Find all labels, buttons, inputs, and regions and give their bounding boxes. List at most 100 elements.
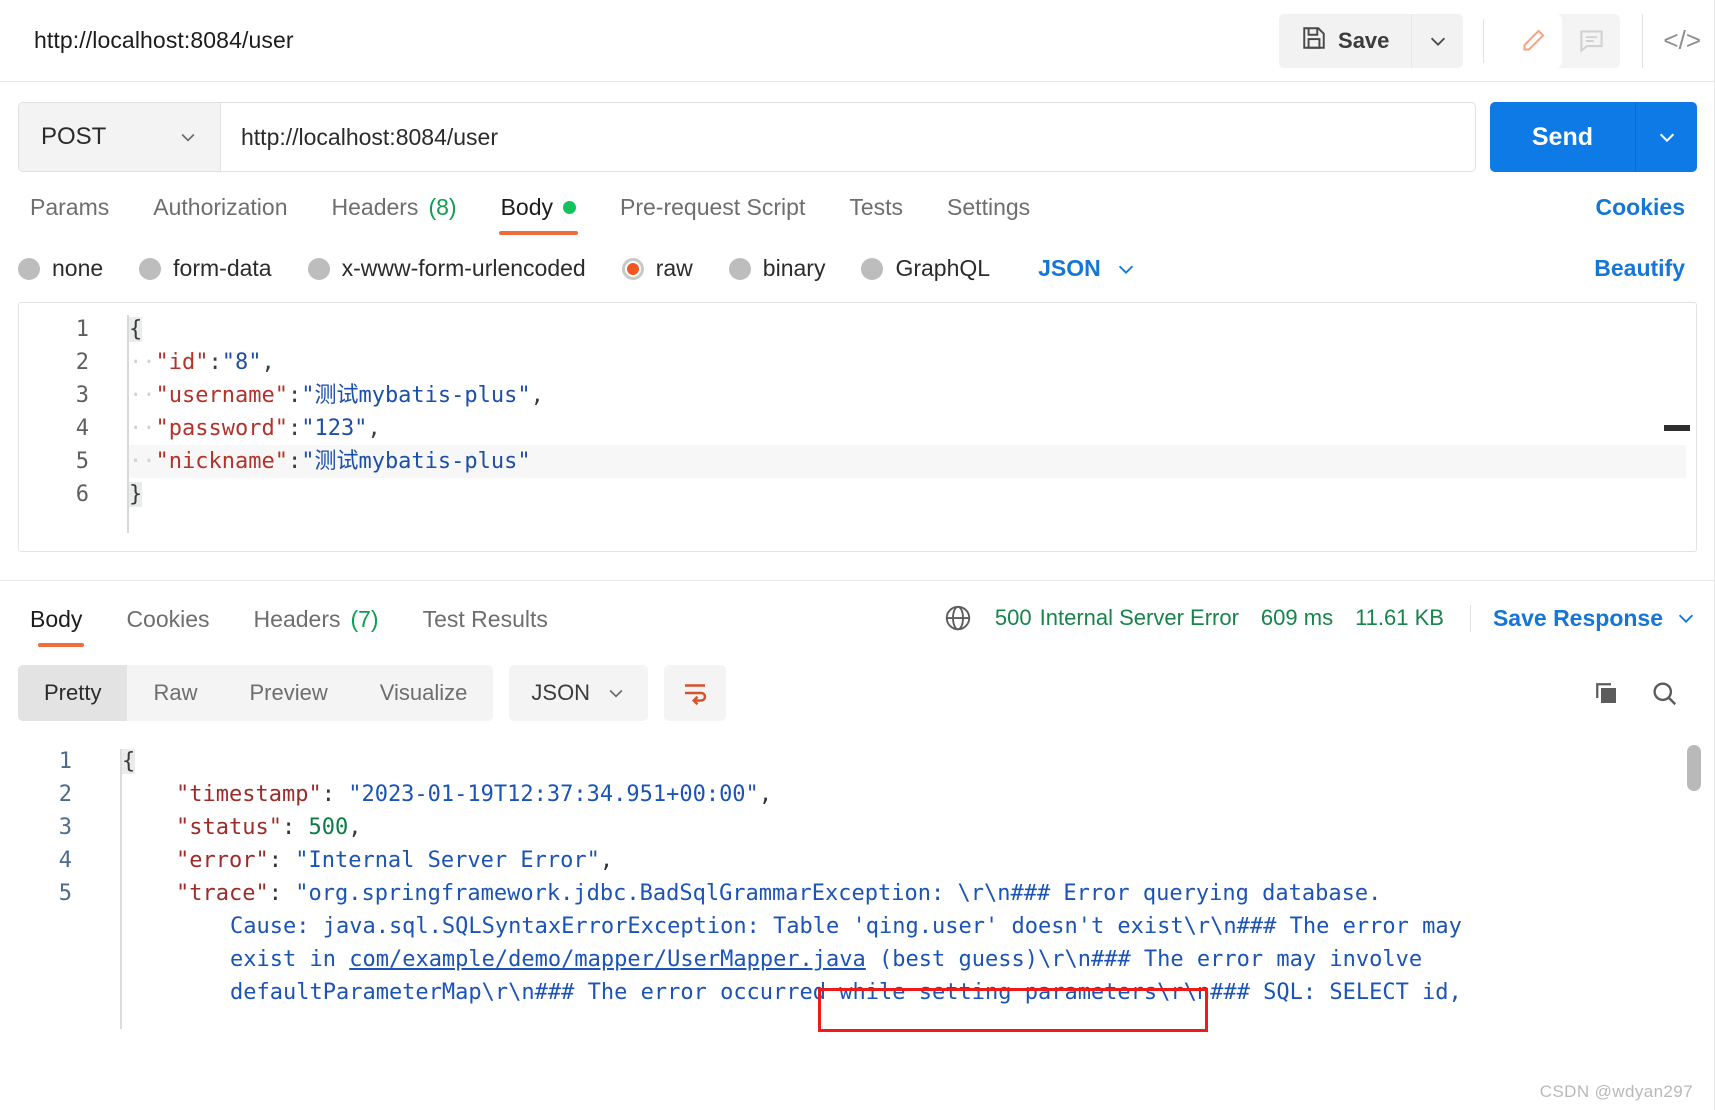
send-button[interactable]: Send xyxy=(1490,102,1635,172)
code-line: ··"nickname":"测试mybatis-plus" xyxy=(129,445,1686,478)
response-tabs: Body Cookies Headers (7) Test Results 50… xyxy=(0,581,1715,647)
tab-tests[interactable]: Tests xyxy=(827,194,925,235)
trace-text-line3-tail: (best guess)\r\n### The error may involv… xyxy=(866,947,1422,972)
json-colon: : xyxy=(282,815,309,840)
radio-binary[interactable]: binary xyxy=(729,255,826,282)
status-code: 500 xyxy=(995,605,1032,631)
response-format-value: JSON xyxy=(531,680,590,706)
view-mode-pretty[interactable]: Pretty xyxy=(18,665,127,721)
json-value: 500 xyxy=(308,815,348,840)
save-button[interactable]: Save xyxy=(1279,14,1411,68)
edit-pencil-button[interactable] xyxy=(1504,14,1562,68)
radio-none[interactable]: none xyxy=(18,255,103,282)
response-format-select[interactable]: JSON xyxy=(509,665,648,721)
tab-body[interactable]: Body xyxy=(479,194,598,235)
body-indicator-dot xyxy=(563,201,576,214)
code-line: { xyxy=(129,313,1686,346)
response-tab-cookies[interactable]: Cookies xyxy=(104,606,231,647)
json-key: "username" xyxy=(156,383,288,408)
view-mode-raw[interactable]: Raw xyxy=(127,665,223,721)
header-actions: Save </> xyxy=(1279,14,1701,68)
json-value: "Internal Server Error" xyxy=(295,848,600,873)
json-key: "status" xyxy=(176,815,282,840)
search-icon[interactable] xyxy=(1649,678,1679,708)
beautify-button[interactable]: Beautify xyxy=(1594,255,1697,282)
line-number: 3 xyxy=(0,811,72,844)
radio-circle-selected-icon xyxy=(622,258,644,280)
chevron-down-icon xyxy=(1656,126,1678,148)
code-line: } xyxy=(129,478,1686,511)
send-options-button[interactable] xyxy=(1635,102,1697,172)
json-comma: , xyxy=(759,782,772,807)
code-line: ··"password":"123", xyxy=(129,412,1686,445)
radio-form-data[interactable]: form-data xyxy=(139,255,271,282)
radio-x-www-form-urlencoded[interactable]: x-www-form-urlencoded xyxy=(308,255,586,282)
json-brace: { xyxy=(122,749,135,774)
radio-raw[interactable]: raw xyxy=(622,255,693,282)
tab-label: Params xyxy=(30,194,109,221)
response-line-numbers: 1 2 3 4 5 xyxy=(0,745,98,910)
tab-label: Tests xyxy=(849,194,903,221)
response-body-viewer[interactable]: 1 2 3 4 5 { "timestamp": "2023-01-19T12:… xyxy=(0,739,1715,1029)
request-body-editor[interactable]: 1 2 3 4 5 6 { ··"id":"8", ··"username":"… xyxy=(18,302,1697,552)
line-number: 3 xyxy=(19,379,89,412)
cookies-link[interactable]: Cookies xyxy=(1596,194,1697,235)
line-number: 5 xyxy=(19,445,89,478)
body-format-select[interactable]: JSON xyxy=(1038,255,1137,282)
floppy-disk-icon xyxy=(1301,25,1327,57)
tab-label: Pre-request Script xyxy=(620,194,805,221)
response-tab-headers[interactable]: Headers (7) xyxy=(232,606,401,647)
pencil-icon xyxy=(1520,27,1547,54)
view-mode-preview[interactable]: Preview xyxy=(223,665,353,721)
json-key: "id" xyxy=(156,350,209,375)
tab-params[interactable]: Params xyxy=(18,194,131,235)
radio-label: GraphQL xyxy=(895,255,990,282)
line-number: 2 xyxy=(0,778,72,811)
response-time: 609 ms xyxy=(1261,605,1333,631)
line-number: 1 xyxy=(19,313,89,346)
copy-icon[interactable] xyxy=(1591,678,1621,708)
response-view-modes: Pretty Raw Preview Visualize xyxy=(18,665,493,721)
url-input[interactable] xyxy=(221,103,1475,171)
response-tab-body[interactable]: Body xyxy=(18,606,104,647)
request-tabs: Params Authorization Headers (8) Body Pr… xyxy=(0,172,1715,235)
editor-content[interactable]: { ··"id":"8", ··"username":"测试mybatis-pl… xyxy=(129,313,1686,511)
response-tab-test-results[interactable]: Test Results xyxy=(401,606,570,647)
save-button-label: Save xyxy=(1338,28,1389,54)
headers-count: (7) xyxy=(350,606,378,633)
tab-settings[interactable]: Settings xyxy=(925,194,1052,235)
code-line: ··"username":"测试mybatis-plus", xyxy=(129,379,1686,412)
tab-headers[interactable]: Headers (8) xyxy=(310,194,479,235)
radio-label: x-www-form-urlencoded xyxy=(342,255,586,282)
json-key: "error" xyxy=(176,848,269,873)
word-wrap-icon xyxy=(680,678,710,708)
response-scrollbar[interactable] xyxy=(1687,745,1701,791)
word-wrap-button[interactable] xyxy=(664,665,726,721)
trace-text-cause: Cause: java.sql.SQLSyntaxErrorException: xyxy=(230,914,773,939)
tab-label: Test Results xyxy=(423,606,548,633)
tab-pre-request-script[interactable]: Pre-request Script xyxy=(598,194,827,235)
response-size: 11.61 KB xyxy=(1355,605,1444,631)
response-utility-icons xyxy=(1591,678,1697,708)
json-key: "trace" xyxy=(176,881,269,906)
json-colon: : xyxy=(269,881,296,906)
save-response-button[interactable]: Save Response xyxy=(1470,605,1697,632)
http-method-select[interactable]: POST xyxy=(19,103,221,171)
json-colon: : xyxy=(208,350,221,375)
code-snippet-icon[interactable]: </> xyxy=(1642,14,1701,68)
response-content: { "timestamp": "2023-01-19T12:37:34.951+… xyxy=(122,745,1675,1009)
json-value: "测试mybatis-plus" xyxy=(301,449,530,474)
save-options-button[interactable] xyxy=(1411,14,1463,68)
radio-label: binary xyxy=(763,255,826,282)
json-comma: , xyxy=(367,416,380,441)
code-token-brace: } xyxy=(129,482,142,507)
view-mode-visualize[interactable]: Visualize xyxy=(354,665,494,721)
headers-count: (8) xyxy=(428,194,456,221)
comment-button[interactable] xyxy=(1562,14,1620,68)
http-method-value: POST xyxy=(41,123,106,151)
status-text: Internal Server Error xyxy=(1040,605,1239,631)
radio-graphql[interactable]: GraphQL xyxy=(861,255,990,282)
editor-scrollbar[interactable] xyxy=(1664,425,1690,431)
request-title: http://localhost:8084/user xyxy=(34,27,294,54)
tab-authorization[interactable]: Authorization xyxy=(131,194,309,235)
